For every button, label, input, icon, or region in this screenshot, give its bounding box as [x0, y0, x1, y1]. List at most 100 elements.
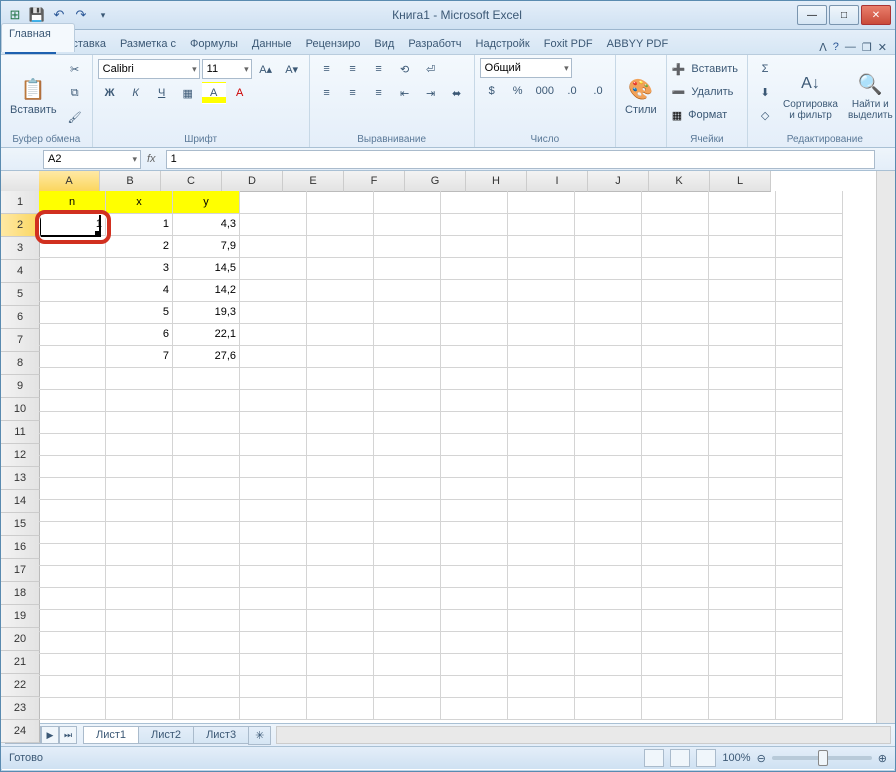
column-header-H[interactable]: H — [466, 171, 527, 192]
tab-review[interactable]: Рецензиро — [299, 34, 368, 54]
cell[interactable] — [106, 411, 173, 434]
cell[interactable] — [240, 411, 307, 434]
increase-decimal-button[interactable]: .0 — [560, 80, 584, 102]
cell[interactable] — [575, 323, 642, 346]
cell[interactable] — [240, 323, 307, 346]
tab-view[interactable]: Вид — [367, 34, 401, 54]
cell[interactable] — [240, 587, 307, 610]
row-header-4[interactable]: 4 — [1, 260, 40, 283]
cell[interactable] — [173, 367, 240, 390]
font-color-button[interactable]: A — [228, 82, 252, 104]
cell[interactable] — [642, 499, 709, 522]
cell[interactable] — [374, 477, 441, 500]
sheet-nav-next[interactable]: ▶ — [41, 726, 59, 744]
format-cells-button[interactable]: Формат — [684, 104, 731, 126]
cell[interactable] — [709, 345, 776, 368]
cell[interactable] — [642, 323, 709, 346]
tab-data[interactable]: Данные — [245, 34, 299, 54]
cell[interactable] — [508, 675, 575, 698]
redo-icon[interactable]: ↷ — [73, 7, 89, 23]
cell[interactable] — [39, 301, 106, 324]
cell[interactable] — [106, 653, 173, 676]
cell[interactable] — [39, 367, 106, 390]
cell[interactable] — [39, 477, 106, 500]
italic-button[interactable]: К — [124, 82, 148, 104]
cell[interactable] — [575, 191, 642, 214]
paste-button[interactable]: 📋 Вставить — [6, 58, 61, 133]
cell[interactable] — [39, 279, 106, 302]
undo-icon[interactable]: ↶ — [51, 7, 67, 23]
cell[interactable] — [441, 587, 508, 610]
sheet-nav-last[interactable]: ⏭ — [59, 726, 77, 744]
zoom-in-button[interactable]: ⊕ — [878, 752, 887, 765]
cell[interactable] — [307, 235, 374, 258]
cell[interactable] — [776, 697, 843, 720]
cell[interactable] — [776, 301, 843, 324]
cell[interactable] — [508, 433, 575, 456]
cell[interactable] — [307, 675, 374, 698]
row-header-13[interactable]: 13 — [1, 467, 40, 490]
cell[interactable] — [776, 345, 843, 368]
grow-font-button[interactable]: A▴ — [254, 58, 278, 80]
column-header-G[interactable]: G — [405, 171, 466, 192]
cell[interactable] — [374, 587, 441, 610]
cell[interactable]: 7 — [106, 345, 173, 368]
cell[interactable] — [374, 609, 441, 632]
cell[interactable] — [307, 521, 374, 544]
cell[interactable] — [441, 323, 508, 346]
cell[interactable] — [776, 477, 843, 500]
cell[interactable] — [642, 609, 709, 632]
cell[interactable] — [307, 455, 374, 478]
column-header-C[interactable]: C — [161, 171, 222, 192]
cell[interactable] — [374, 565, 441, 588]
cell[interactable] — [776, 411, 843, 434]
wrap-text-button[interactable]: ⏎ — [419, 58, 443, 80]
format-painter-button[interactable]: 🖌 — [63, 106, 87, 128]
cell[interactable] — [776, 323, 843, 346]
zoom-out-button[interactable]: ⊖ — [757, 752, 766, 765]
currency-button[interactable]: $ — [480, 80, 504, 102]
cell[interactable] — [709, 455, 776, 478]
cell[interactable] — [441, 697, 508, 720]
cell[interactable] — [642, 697, 709, 720]
cell[interactable] — [776, 587, 843, 610]
cell[interactable] — [307, 279, 374, 302]
cell[interactable] — [642, 433, 709, 456]
cell[interactable] — [776, 543, 843, 566]
cell[interactable] — [441, 675, 508, 698]
cell-grid[interactable]: nxy114,327,9314,5414,2519,3622,1727,6 — [39, 191, 877, 723]
cell[interactable] — [575, 675, 642, 698]
cell[interactable] — [709, 653, 776, 676]
cell[interactable] — [575, 631, 642, 654]
copy-button[interactable]: ⧉ — [63, 82, 87, 104]
cell[interactable] — [307, 345, 374, 368]
cell[interactable] — [508, 257, 575, 280]
fx-label[interactable]: fx — [147, 153, 156, 165]
cell[interactable] — [575, 543, 642, 566]
cell[interactable] — [508, 411, 575, 434]
styles-button[interactable]: 🎨 Стили — [621, 58, 661, 133]
cell[interactable] — [106, 543, 173, 566]
cell[interactable] — [575, 587, 642, 610]
cell[interactable] — [39, 389, 106, 412]
cell[interactable] — [441, 191, 508, 214]
cell[interactable] — [39, 697, 106, 720]
cell[interactable] — [709, 631, 776, 654]
cell[interactable] — [776, 631, 843, 654]
cell[interactable] — [240, 499, 307, 522]
cell[interactable] — [441, 345, 508, 368]
cell[interactable] — [39, 653, 106, 676]
cell[interactable] — [374, 411, 441, 434]
cell[interactable] — [441, 257, 508, 280]
new-sheet-button[interactable]: ✳ — [248, 726, 271, 745]
cell[interactable] — [307, 587, 374, 610]
cell[interactable] — [307, 631, 374, 654]
cell[interactable] — [39, 433, 106, 456]
fill-handle[interactable] — [95, 231, 100, 236]
row-header-6[interactable]: 6 — [1, 306, 40, 329]
cell[interactable] — [776, 257, 843, 280]
cell[interactable] — [307, 609, 374, 632]
cell[interactable] — [441, 521, 508, 544]
cell[interactable] — [575, 213, 642, 236]
mdi-minimize-icon[interactable]: — — [845, 41, 856, 54]
